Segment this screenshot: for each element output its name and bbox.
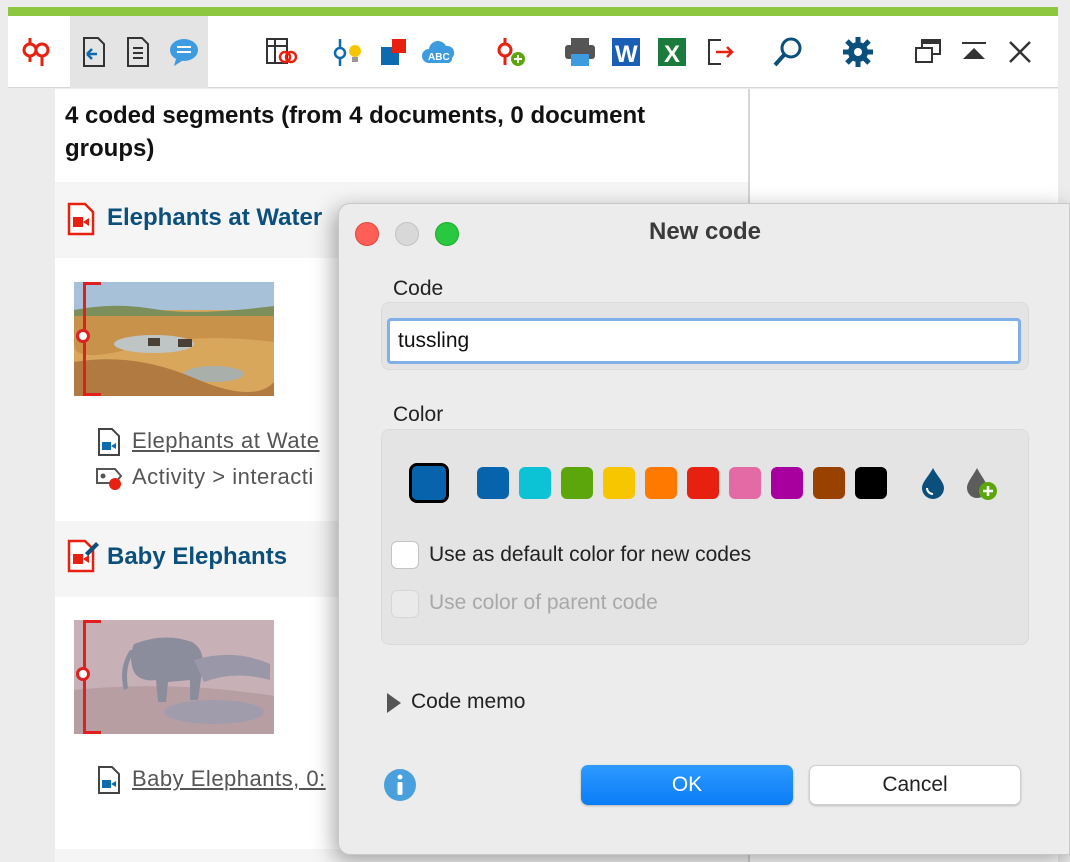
color-code-icon[interactable] — [370, 16, 418, 88]
color-swatch[interactable] — [561, 467, 593, 499]
dialog-title: New code — [648, 218, 762, 245]
new-code-dialog: New code Code Color Use as default color… — [338, 203, 1070, 855]
color-swatch[interactable] — [771, 467, 803, 499]
toolbar: ABC W X — [8, 16, 1058, 88]
color-swatch[interactable] — [519, 467, 551, 499]
video-file-icon — [97, 765, 121, 800]
video-file-icon — [97, 427, 121, 462]
comments-icon[interactable] — [160, 16, 208, 88]
default-color-checkbox-label: Use as default color for new codes — [429, 543, 752, 566]
add-custom-color-icon[interactable] — [965, 466, 1001, 507]
segment-bracket[interactable] — [76, 620, 101, 734]
code-system-icon[interactable] — [12, 16, 60, 88]
new-code-icon[interactable] — [486, 16, 534, 88]
coding-table-icon[interactable] — [256, 16, 304, 88]
color-swatch[interactable] — [813, 467, 845, 499]
code-label: Code — [393, 277, 444, 300]
edited-video-document-icon — [67, 539, 99, 578]
video-document-icon — [67, 202, 95, 241]
ok-button[interactable]: OK — [581, 765, 793, 805]
cancel-button[interactable]: Cancel — [809, 765, 1021, 805]
word-export-icon[interactable]: W — [602, 16, 650, 88]
color-swatch[interactable] — [855, 467, 887, 499]
segment-gutter — [8, 89, 55, 862]
selected-color-swatch[interactable] — [409, 463, 449, 503]
code-name-input[interactable] — [387, 318, 1021, 364]
settings-icon[interactable] — [834, 16, 882, 88]
svg-text:X: X — [664, 41, 680, 68]
color-swatch[interactable] — [645, 467, 677, 499]
color-picker-drop-icon[interactable] — [919, 466, 947, 505]
undock-window-icon[interactable] — [904, 16, 952, 88]
excel-export-icon[interactable]: X — [648, 16, 696, 88]
export-to-document-icon[interactable] — [70, 16, 118, 88]
color-swatch[interactable] — [477, 467, 509, 499]
print-icon[interactable] — [556, 16, 604, 88]
segment-bracket[interactable] — [76, 282, 101, 396]
disclosure-triangle-icon[interactable] — [385, 692, 403, 719]
color-label: Color — [393, 403, 444, 426]
search-icon[interactable] — [764, 16, 812, 88]
code-tag-icon — [93, 465, 125, 496]
document-title: Elephants at Water — [107, 204, 323, 231]
segments-summary: 4 coded segments (from 4 documents, 0 do… — [65, 102, 646, 162]
color-swatch[interactable] — [603, 467, 635, 499]
segment-code-path: Activity > interacti — [132, 464, 314, 489]
word-cloud-icon[interactable]: ABC — [416, 16, 464, 88]
segment-source-link[interactable]: Baby Elephants, 0: — [132, 766, 326, 792]
video-thumbnail[interactable] — [74, 620, 274, 734]
code-memo-toggle[interactable]: Code memo — [411, 690, 525, 714]
parent-color-checkbox-label: Use color of parent code — [429, 591, 658, 614]
export-icon[interactable] — [696, 16, 744, 88]
color-swatch[interactable] — [729, 467, 761, 499]
document-title: Baby Elephants — [107, 543, 288, 570]
info-icon[interactable] — [383, 768, 417, 807]
svg-text:W: W — [615, 41, 638, 68]
window-accent-bar — [8, 7, 1058, 16]
parent-color-checkbox — [391, 590, 419, 618]
color-swatch[interactable] — [687, 467, 719, 499]
list-view-icon[interactable] — [114, 16, 162, 88]
svg-text:ABC: ABC — [428, 52, 450, 63]
video-thumbnail[interactable] — [74, 282, 274, 396]
code-ideas-icon[interactable] — [324, 16, 372, 88]
segment-source-link[interactable]: Elephants at Wate — [132, 428, 319, 454]
default-color-checkbox[interactable] — [391, 541, 419, 569]
close-icon[interactable] — [996, 16, 1044, 88]
collapse-icon[interactable] — [950, 16, 998, 88]
